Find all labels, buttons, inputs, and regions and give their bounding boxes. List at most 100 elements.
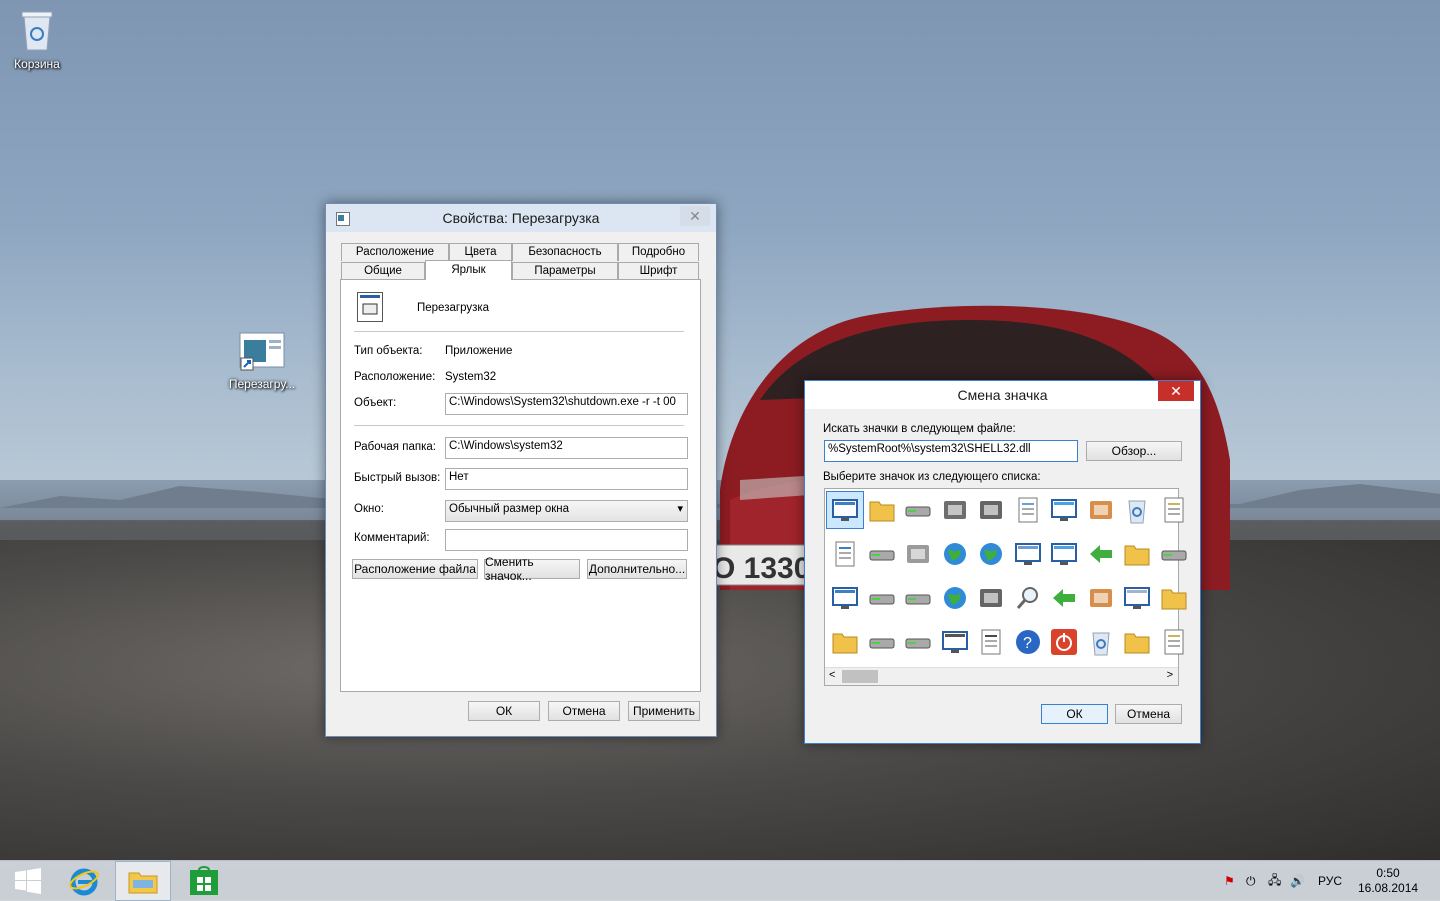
- power-plug-icon[interactable]: ⏻: [1246, 874, 1268, 889]
- ok-button[interactable]: ОК: [468, 701, 540, 721]
- globe-monitor-icon[interactable]: [973, 536, 1009, 572]
- desktop-icon-label: Перезагру...: [228, 377, 296, 391]
- horizontal-scrollbar[interactable]: < >: [825, 667, 1178, 685]
- scrollbar-thumb[interactable]: [842, 670, 878, 683]
- shortcut-arrow-icon[interactable]: [1083, 536, 1119, 572]
- tab-general[interactable]: Общие: [341, 262, 425, 280]
- magnifier-icon[interactable]: [1010, 580, 1046, 616]
- shortcut-app-icon: [222, 332, 302, 375]
- change-icon-title: Смена значка: [957, 387, 1048, 403]
- window-label: Окно:: [354, 503, 384, 515]
- network-icon[interactable]: 🖧: [1268, 871, 1290, 892]
- browse-button[interactable]: Обзор...: [1086, 441, 1182, 461]
- network-icon[interactable]: [973, 580, 1009, 616]
- drive-x-icon[interactable]: [900, 580, 936, 616]
- properties-close-button[interactable]: ✕: [680, 206, 710, 226]
- workdir-field[interactable]: C:\Windows\system32: [445, 437, 688, 459]
- start-button[interactable]: [0, 861, 56, 901]
- grid-doc-icon[interactable]: [1156, 492, 1192, 528]
- clock-date: 16.08.2014: [1358, 881, 1419, 895]
- desktop-icon-recycle-bin[interactable]: Корзина: [0, 8, 77, 71]
- taskbar-file-explorer[interactable]: [115, 861, 171, 901]
- screen-window-icon[interactable]: [1046, 492, 1082, 528]
- desktop-icon-restart-shortcut[interactable]: Перезагру...: [222, 332, 302, 391]
- folder-key-icon[interactable]: [1119, 624, 1155, 660]
- cancel-button[interactable]: Отмена: [1115, 704, 1182, 724]
- drive-icon[interactable]: [900, 492, 936, 528]
- monitor-pc-icon[interactable]: [937, 624, 973, 660]
- internet-explorer-icon: [69, 868, 99, 896]
- app-window-icon[interactable]: [826, 491, 864, 529]
- apply-button[interactable]: Применить: [628, 701, 700, 721]
- folder-gear-icon[interactable]: [1119, 536, 1155, 572]
- tab-details[interactable]: Подробно: [618, 243, 699, 261]
- icon-list[interactable]: ? < >: [824, 488, 1186, 686]
- taskbar: ⚑ ⏻ 🖧 🔊 РУС 0:50 16.08.2014: [0, 860, 1440, 901]
- search-file-label: Искать значки в следующем файле:: [823, 423, 1016, 435]
- volume-icon[interactable]: 🔊: [1290, 874, 1314, 888]
- document-icon[interactable]: [827, 536, 863, 572]
- icon-list-label: Выберите значок из следующего списка:: [823, 471, 1041, 483]
- tab-font[interactable]: Шрифт: [618, 262, 699, 280]
- comment-label: Комментарий:: [354, 532, 430, 544]
- tab-location[interactable]: Расположение: [341, 243, 449, 261]
- object-field[interactable]: C:\Windows\System32\shutdown.exe -r -t 0…: [445, 393, 688, 415]
- empty-bin-icon[interactable]: [1083, 624, 1119, 660]
- monitor-blue-icon[interactable]: [1119, 580, 1155, 616]
- cube-window-icon[interactable]: [1046, 536, 1082, 572]
- overlay-icon[interactable]: [1083, 580, 1119, 616]
- location-label: Расположение:: [354, 371, 436, 383]
- checklist-icon[interactable]: [1156, 624, 1192, 660]
- change-icon-close-button[interactable]: ✕: [1158, 381, 1194, 401]
- control-monitor-icon[interactable]: [1010, 536, 1046, 572]
- scroll-right-arrow[interactable]: >: [1167, 669, 1173, 681]
- tab-colors[interactable]: Цвета: [449, 243, 512, 261]
- scroll-left-arrow[interactable]: <: [829, 669, 835, 681]
- clock-doc-icon[interactable]: [1010, 492, 1046, 528]
- chip-icon[interactable]: [937, 492, 973, 528]
- floppy-icon[interactable]: [864, 580, 900, 616]
- advanced-button[interactable]: Дополнительно...: [587, 559, 687, 579]
- printer-icon[interactable]: [973, 492, 1009, 528]
- object-label: Объект:: [354, 397, 397, 409]
- comment-field[interactable]: [445, 529, 688, 551]
- drive-flat-icon[interactable]: [864, 624, 900, 660]
- drive-gear-icon[interactable]: [1156, 536, 1192, 572]
- window-select[interactable]: Обычный размер окна ▾: [445, 500, 688, 522]
- store-icon: [190, 866, 218, 895]
- calculator-doc-icon[interactable]: [973, 624, 1009, 660]
- font-folder-icon[interactable]: [1156, 580, 1192, 616]
- language-indicator[interactable]: РУС: [1318, 874, 1358, 888]
- green-arrow-icon[interactable]: [1046, 580, 1082, 616]
- taskbar-internet-explorer[interactable]: [56, 861, 112, 901]
- clock-time: 0:50: [1376, 866, 1400, 880]
- location-value: System32: [445, 371, 497, 383]
- hand-icon[interactable]: [1083, 492, 1119, 528]
- recycle-bin-icon[interactable]: [1119, 492, 1155, 528]
- cancel-button[interactable]: Отмена: [548, 701, 620, 721]
- cd-drive-icon[interactable]: [900, 624, 936, 660]
- blank-window-icon[interactable]: [827, 580, 863, 616]
- hotkey-field[interactable]: Нет: [445, 468, 688, 490]
- taskbar-store[interactable]: [176, 861, 232, 901]
- file-location-button[interactable]: Расположение файла: [352, 559, 478, 579]
- tab-security[interactable]: Безопасность: [512, 243, 618, 261]
- folder-open-icon[interactable]: [827, 624, 863, 660]
- icon-file-input[interactable]: %SystemRoot%\system32\SHELL32.dll: [824, 440, 1078, 462]
- power-icon[interactable]: [1046, 624, 1082, 660]
- ok-button[interactable]: ОК: [1041, 704, 1108, 724]
- cd-globe-icon[interactable]: [937, 580, 973, 616]
- properties-title: Свойства: Перезагрузка: [442, 210, 600, 226]
- tab-shortcut[interactable]: Ярлык: [425, 260, 512, 280]
- network-drive-icon[interactable]: [864, 536, 900, 572]
- action-center-flag-icon[interactable]: ⚑: [1224, 874, 1246, 888]
- folder-icon[interactable]: [864, 492, 900, 528]
- clock[interactable]: 0:50 16.08.2014: [1358, 866, 1418, 896]
- network-server-icon[interactable]: [900, 536, 936, 572]
- change-icon-button[interactable]: Сменить значок...: [484, 555, 580, 583]
- type-value: Приложение: [445, 345, 513, 357]
- tab-options[interactable]: Параметры: [512, 262, 618, 280]
- globe-icon[interactable]: [937, 536, 973, 572]
- help-icon[interactable]: ?: [1010, 624, 1046, 660]
- divider: [354, 425, 684, 426]
